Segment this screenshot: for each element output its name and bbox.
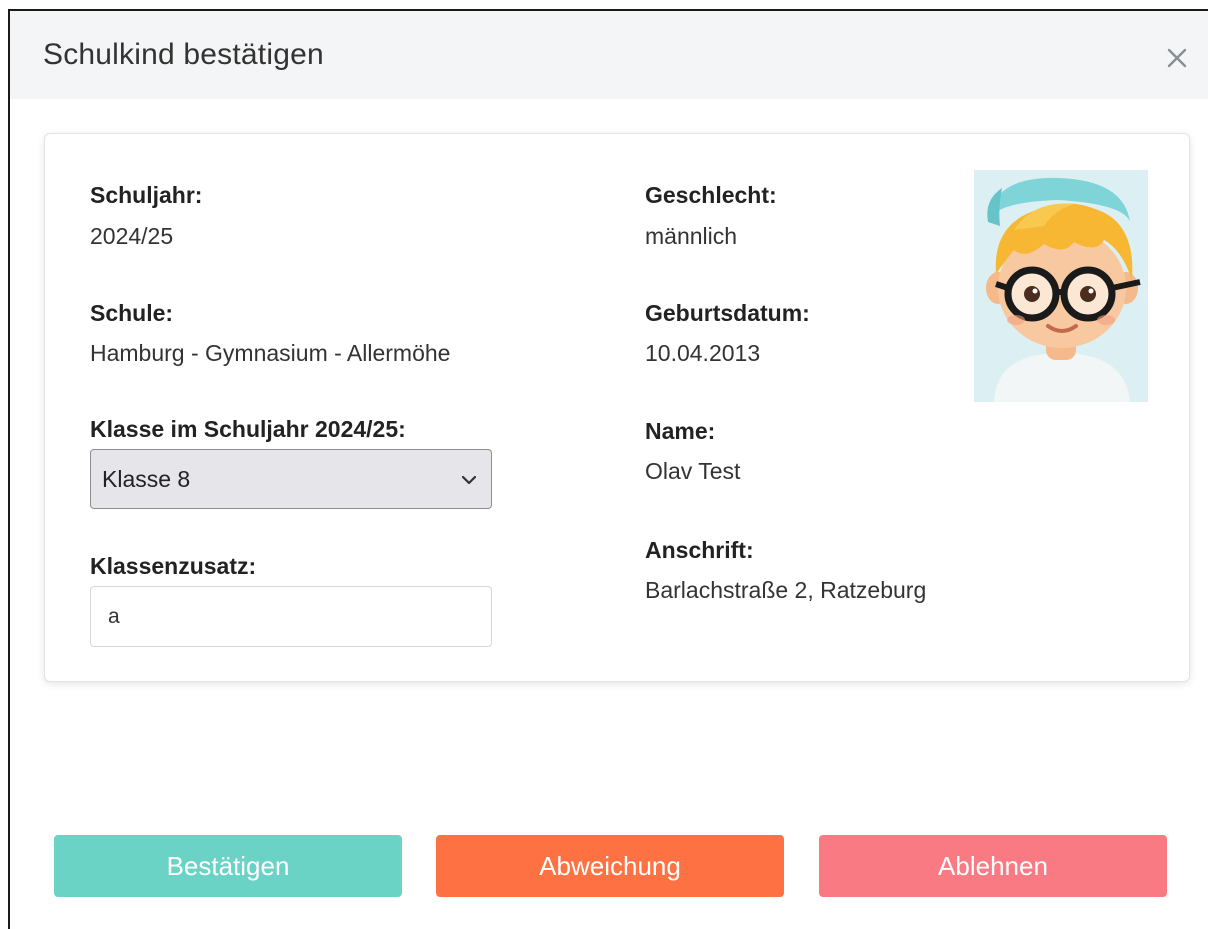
deviation-button[interactable]: Abweichung — [436, 835, 784, 897]
close-button[interactable] — [1160, 41, 1194, 75]
birthdate-value: 10.04.2013 — [645, 340, 761, 366]
school-year-value: 2024/25 — [90, 223, 174, 249]
school-value: Hamburg - Gymnasium - Allermöhe — [90, 340, 451, 366]
modal-title: Schulkind bestätigen — [43, 38, 324, 71]
modal-header: Schulkind bestätigen — [10, 11, 1208, 99]
birthdate-label: Geburtsdatum: — [645, 300, 810, 326]
class-suffix-input-value: a — [108, 605, 120, 628]
reject-button[interactable]: Ablehnen — [819, 835, 1167, 897]
class-select-value: Klasse 8 — [102, 466, 191, 492]
confirm-button[interactable]: Bestätigen — [54, 835, 402, 897]
student-details-card: Schuljahr: 2024/25 Schule: Hamburg - Gym… — [44, 133, 1190, 682]
gender-label: Geschlecht: — [645, 182, 777, 208]
reject-button-label: Ablehnen — [938, 850, 1048, 881]
school-label: Schule: — [90, 300, 174, 326]
name-label: Name: — [645, 418, 716, 444]
class-suffix-label: Klassenzusatz: — [90, 553, 257, 579]
class-label: Klasse im Schuljahr 2024/25: — [90, 416, 406, 442]
confirm-student-modal: Schulkind bestätigen Schuljahr: 2024/25 … — [8, 9, 1208, 929]
student-avatar — [974, 170, 1148, 402]
chevron-down-icon — [461, 475, 477, 485]
address-label: Anschrift: — [645, 537, 754, 563]
class-suffix-input[interactable]: a — [90, 586, 492, 647]
name-value: Olav Test — [645, 458, 741, 484]
school-year-label: Schuljahr: — [90, 182, 203, 208]
gender-value: männlich — [645, 223, 738, 249]
child-avatar-icon — [974, 170, 1148, 402]
class-select[interactable]: Klasse 8 — [90, 449, 492, 509]
address-value: Barlachstraße 2, Ratzeburg — [645, 577, 927, 603]
close-icon — [1167, 48, 1187, 68]
confirm-button-label: Bestätigen — [166, 850, 290, 881]
deviation-button-label: Abweichung — [539, 850, 681, 881]
